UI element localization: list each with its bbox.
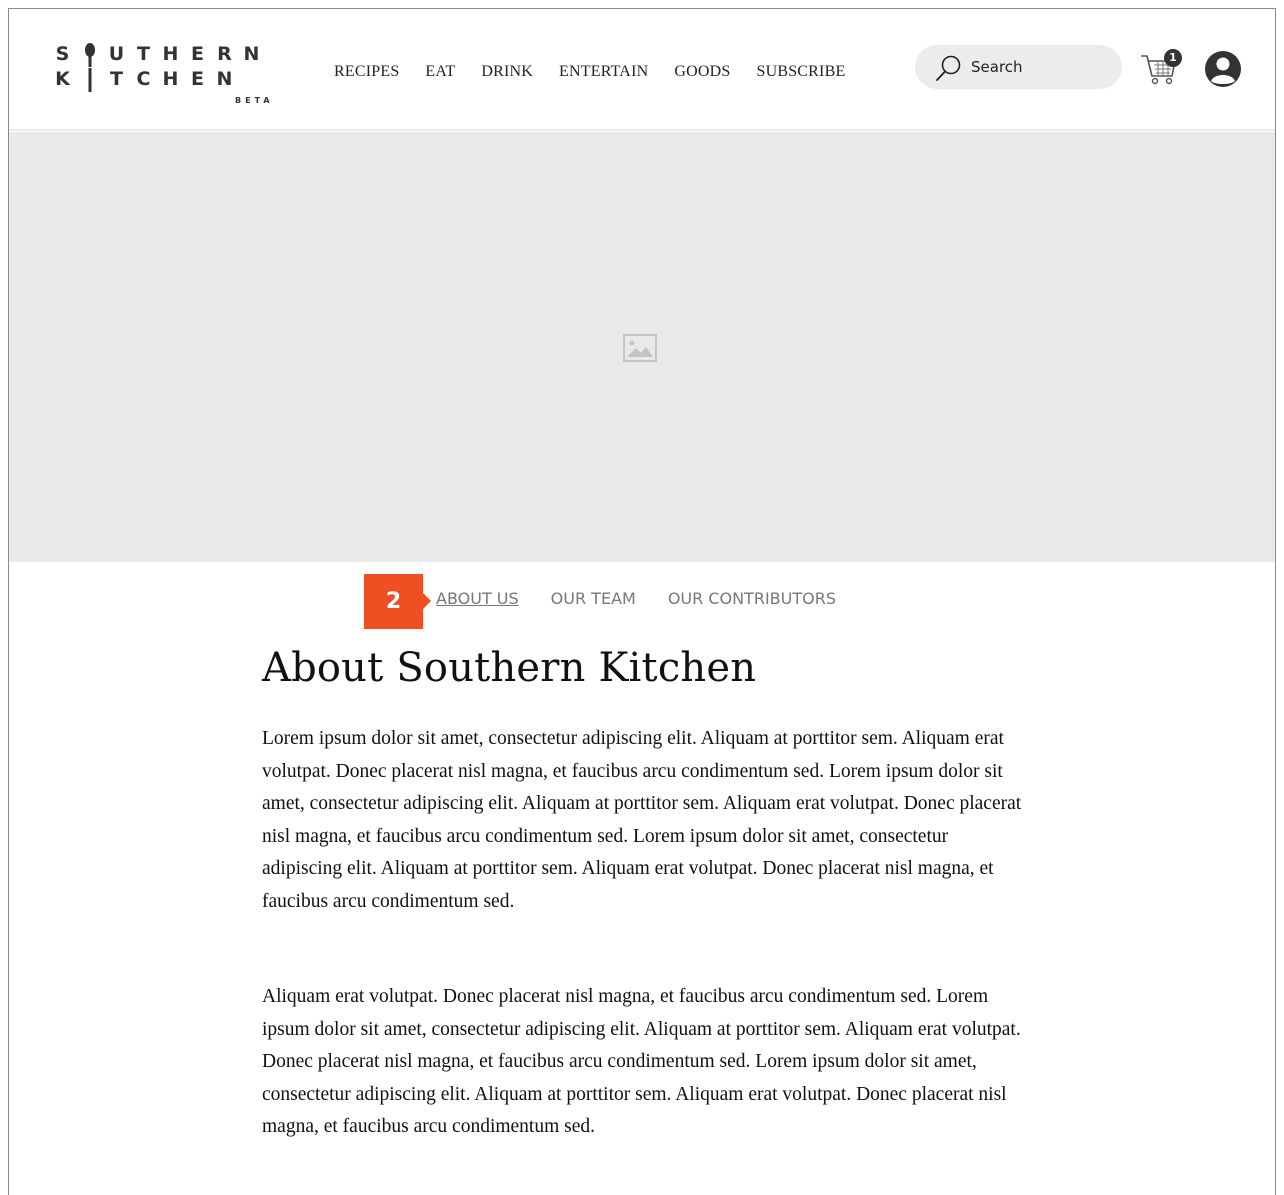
body-paragraph: Aliquam erat volutpat. Donec placerat ni… <box>262 986 1021 1137</box>
annotation-marker: 2 <box>364 574 431 629</box>
nav-item-goods[interactable]: GOODS <box>674 63 730 81</box>
nav-item-eat[interactable]: EAT <box>425 63 455 81</box>
site-header: S U T H E R N K T C H E N BETA RECIPES E… <box>9 9 1275 131</box>
subnav-our-contributors[interactable]: OUR CONTRIBUTORS <box>668 589 836 608</box>
page-frame: S U T H E R N K T C H E N BETA RECIPES E… <box>8 8 1276 1195</box>
logo-letter: N <box>243 43 260 65</box>
body-paragraph: Lorem ipsum dolor sit amet, consectetur … <box>262 728 1022 912</box>
about-subnav: ABOUT US OUR TEAM OUR CONTRIBUTORS <box>436 589 868 608</box>
logo-row-2: K T C H E N <box>49 68 238 97</box>
cart-count-badge: 1 <box>1164 49 1182 67</box>
main-nav: RECIPES EAT DRINK ENTERTAIN GOODS SUBSCR… <box>334 63 871 81</box>
page-title: About Southern Kitchen <box>262 645 757 691</box>
search-icon[interactable] <box>933 53 963 83</box>
logo-letter: T <box>110 68 123 90</box>
fork-icon <box>76 68 103 97</box>
nav-item-entertain[interactable]: ENTERTAIN <box>559 63 648 81</box>
hero-image-placeholder <box>9 132 1275 562</box>
nav-item-drink[interactable]: DRINK <box>481 63 533 81</box>
account-icon[interactable] <box>1204 50 1242 88</box>
search-input[interactable] <box>971 55 1111 79</box>
nav-item-recipes[interactable]: RECIPES <box>334 63 399 81</box>
logo-beta-label: BETA <box>235 96 274 105</box>
search-box[interactable] <box>915 45 1122 89</box>
image-placeholder-icon <box>623 334 657 362</box>
logo-letter: H <box>162 68 179 90</box>
subnav-our-team[interactable]: OUR TEAM <box>551 589 636 608</box>
logo-letter: N <box>216 68 233 90</box>
logo-letter: C <box>136 68 151 90</box>
logo-letter: E <box>191 68 204 90</box>
subnav-about-us[interactable]: ABOUT US <box>436 589 519 608</box>
logo-letter: K <box>55 68 70 90</box>
nav-item-subscribe[interactable]: SUBSCRIBE <box>756 63 845 81</box>
site-logo[interactable]: S U T H E R N K T C H E N BETA <box>49 43 289 105</box>
